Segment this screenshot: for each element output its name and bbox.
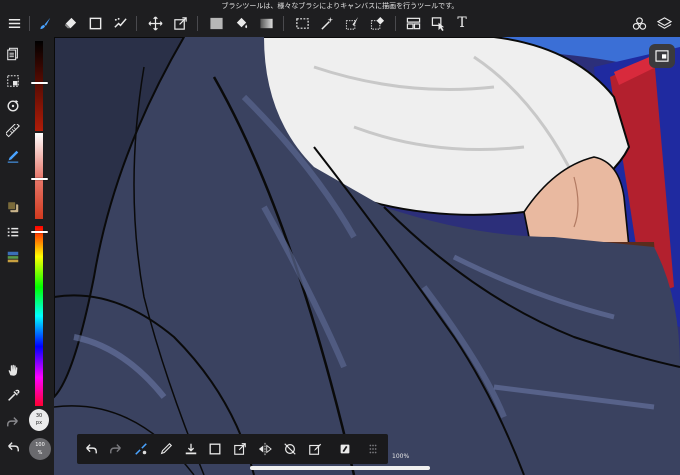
eyedropper-icon[interactable] <box>3 386 23 406</box>
tool-tooltip: ブラシツールは、様々なブラシによりキャンバスに描画を行うツールです。 <box>221 2 459 10</box>
hand-icon[interactable] <box>3 360 23 380</box>
pen-icon[interactable] <box>156 440 176 458</box>
frame-icon[interactable] <box>403 13 423 33</box>
hue-slider[interactable] <box>35 226 43 406</box>
toolbar-divider <box>29 16 30 31</box>
edit-icon[interactable] <box>305 440 325 458</box>
ruler-icon[interactable] <box>3 121 23 141</box>
undo-icon[interactable] <box>3 437 23 457</box>
layer-list-icon[interactable] <box>3 223 23 243</box>
artwork <box>54 37 680 475</box>
magic-wand-icon[interactable] <box>317 13 337 33</box>
grip-icon[interactable] <box>363 440 383 458</box>
home-indicator[interactable] <box>250 466 430 470</box>
top-toolbar: ブラシツールは、様々なブラシによりキャンバスに描画を行うツールです。 T <box>0 0 680 37</box>
opacity-unit: % <box>37 450 43 456</box>
redo-icon[interactable] <box>106 440 126 458</box>
save-icon[interactable] <box>181 440 201 458</box>
materials-icon[interactable] <box>629 13 649 33</box>
opacity-value: 100 <box>35 442 45 448</box>
brush-icon[interactable] <box>35 13 55 33</box>
select-eraser-icon[interactable] <box>367 13 387 33</box>
color-icon[interactable] <box>335 440 355 458</box>
transform-icon[interactable] <box>170 13 190 33</box>
toolbar-divider <box>283 16 284 31</box>
fill-swatch-icon[interactable] <box>206 13 226 33</box>
square-icon[interactable] <box>85 13 105 33</box>
eraser-icon[interactable] <box>60 13 80 33</box>
selection-icon[interactable] <box>3 71 23 91</box>
bucket-icon[interactable] <box>231 13 251 33</box>
redo-icon[interactable] <box>3 412 23 432</box>
marquee-icon[interactable] <box>292 13 312 33</box>
lightness-slider-knob[interactable] <box>31 177 48 180</box>
layer-property-icon[interactable] <box>3 247 23 267</box>
edit-bar-icon[interactable] <box>3 146 23 166</box>
bottom-command-bar <box>77 434 388 464</box>
undo-icon[interactable] <box>81 440 101 458</box>
brush-size-unit: px <box>35 420 43 426</box>
toolbar-divider <box>197 16 198 31</box>
rotate-icon[interactable] <box>3 96 23 116</box>
brush-size-button[interactable]: 30 px <box>29 409 49 431</box>
opacity-button[interactable]: 100 % <box>29 438 51 460</box>
zoom-level: 100% <box>392 453 410 460</box>
brush-settings-icon[interactable] <box>131 440 151 458</box>
color-swatch-icon[interactable] <box>3 197 23 217</box>
toolbar-divider <box>136 16 137 31</box>
window-toggle-button[interactable] <box>649 44 675 68</box>
lightness-slider[interactable] <box>35 133 43 219</box>
layers-icon[interactable] <box>654 13 674 33</box>
brush-size-value: 30 <box>35 413 43 419</box>
toolbar-divider <box>395 16 396 31</box>
menu-icon[interactable] <box>4 13 24 33</box>
flip-icon[interactable] <box>255 440 275 458</box>
no-snap-icon[interactable] <box>280 440 300 458</box>
gradient-icon[interactable] <box>256 13 276 33</box>
smudge-icon[interactable] <box>110 13 130 33</box>
left-toolbar <box>0 37 26 475</box>
square-icon[interactable] <box>205 440 225 458</box>
text-icon[interactable]: T <box>452 13 472 33</box>
export-icon[interactable] <box>230 440 250 458</box>
move-icon[interactable] <box>145 13 165 33</box>
pages-icon[interactable] <box>3 44 23 64</box>
darkness-slider[interactable] <box>35 41 43 131</box>
drawing-canvas[interactable] <box>54 37 680 475</box>
select-pen-icon[interactable] <box>342 13 362 33</box>
pointer-icon[interactable] <box>428 13 448 33</box>
darkness-slider-knob[interactable] <box>31 81 48 84</box>
